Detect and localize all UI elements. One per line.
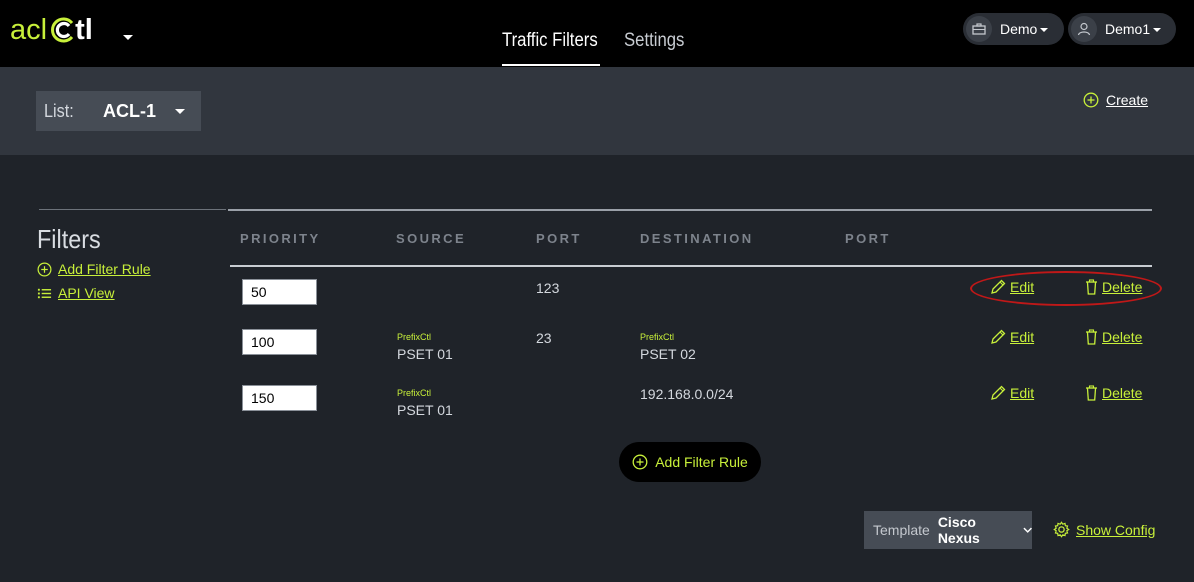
pencil-icon [991, 329, 1006, 344]
delete-label: Delete [1102, 279, 1143, 295]
list-select[interactable]: List: ACL-1 [36, 91, 201, 131]
briefcase-icon [966, 16, 992, 42]
destination-cell: PSET 02 [640, 346, 696, 362]
create-link[interactable]: Create [1083, 92, 1148, 108]
delete-label: Delete [1102, 385, 1143, 401]
template-value: Cisco Nexus [937, 514, 980, 546]
column-header-priority: PRIORITY [240, 231, 321, 246]
list-select-label: List: [44, 100, 74, 121]
column-header-source-port: PORT [536, 231, 582, 246]
edit-label: Edit [1010, 329, 1035, 345]
add-filter-rule-button[interactable]: Add Filter Rule [619, 442, 761, 482]
user-label: Demo1 [1105, 21, 1151, 37]
add-filter-rule-button-label: Add Filter Rule [655, 454, 748, 470]
priority-input[interactable] [242, 329, 317, 355]
column-header-destination-port: PORT [845, 231, 891, 246]
logo-text-tl: tl [75, 13, 93, 46]
plus-circle-icon [632, 454, 648, 470]
source-tag: PrefixCtl [397, 332, 432, 342]
trash-icon [1086, 385, 1097, 401]
logo-c-icon [51, 17, 74, 43]
active-tab-indicator [502, 64, 600, 66]
column-header-destination: DESTINATION [640, 231, 754, 246]
chevron-down-icon [1040, 27, 1049, 32]
api-view-link[interactable]: API View [37, 285, 115, 301]
list-icon [37, 288, 52, 298]
api-view-label: API View [58, 285, 115, 301]
source-cell: PSET 01 [397, 346, 453, 362]
chevron-down-icon [1023, 527, 1032, 533]
edit-button[interactable]: Edit [990, 279, 1034, 295]
priority-input[interactable] [242, 385, 317, 411]
gear-icon [1053, 521, 1070, 538]
table-header-rule [230, 265, 1152, 267]
list-select-value: ACL-1 [103, 100, 156, 121]
trash-icon [1086, 279, 1097, 295]
source-port-cell: 23 [536, 330, 552, 346]
org-switcher[interactable]: Demo [963, 13, 1064, 45]
chevron-down-icon [175, 109, 185, 114]
edit-button[interactable]: Edit [990, 329, 1034, 345]
template-select[interactable]: Template Cisco Nexus [864, 511, 1032, 549]
delete-button[interactable]: Delete [1085, 329, 1142, 345]
tab-traffic-filters[interactable]: Traffic Filters [502, 30, 598, 52]
pencil-icon [991, 385, 1006, 400]
source-cell: PSET 01 [397, 402, 453, 418]
column-header-source: SOURCE [396, 231, 467, 246]
table-top-rule [228, 209, 1152, 211]
template-label: Template [873, 522, 930, 538]
trash-icon [1086, 329, 1097, 345]
delete-button[interactable]: Delete [1085, 279, 1142, 295]
source-port-cell: 123 [536, 280, 560, 296]
source-tag: PrefixCtl [397, 388, 432, 398]
add-filter-rule-label: Add Filter Rule [58, 261, 151, 277]
tab-settings[interactable]: Settings [624, 30, 684, 52]
edit-label: Edit [1010, 279, 1035, 295]
logo-text-acl: acl [10, 13, 48, 46]
destination-tag: PrefixCtl [640, 332, 675, 342]
filters-heading: Filters [37, 224, 101, 254]
create-label: Create [1106, 92, 1149, 108]
user-menu[interactable]: Demo1 [1068, 13, 1176, 45]
plus-circle-icon [1083, 92, 1099, 108]
delete-button[interactable]: Delete [1085, 385, 1142, 401]
org-label: Demo [1000, 21, 1038, 37]
priority-input[interactable] [242, 279, 317, 305]
sidebar-divider [39, 209, 226, 210]
user-icon [1071, 16, 1097, 42]
plus-circle-icon [37, 262, 52, 276]
pencil-icon [991, 279, 1006, 294]
show-config-label: Show Config [1076, 521, 1156, 538]
destination-cell: 192.168.0.0/24 [640, 386, 734, 402]
delete-label: Delete [1102, 329, 1143, 345]
add-filter-rule-link[interactable]: Add Filter Rule [37, 261, 151, 277]
app-logo[interactable]: acl tl [10, 13, 93, 47]
edit-label: Edit [1010, 385, 1035, 401]
logo-dropdown-caret-icon[interactable] [123, 35, 133, 40]
show-config-link[interactable]: Show Config [1053, 521, 1155, 538]
logo-mark: tl [51, 14, 93, 47]
edit-button[interactable]: Edit [990, 385, 1034, 401]
chevron-down-icon [1153, 27, 1162, 32]
